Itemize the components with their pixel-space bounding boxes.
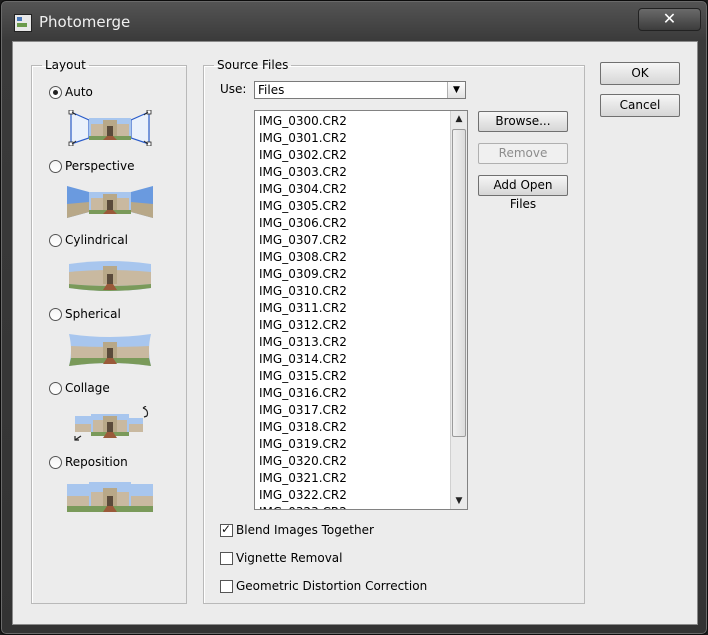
scroll-down-arrow-icon[interactable]: ▼ (451, 493, 467, 509)
vertical-scrollbar[interactable]: ▲ ▼ (450, 111, 467, 509)
reposition-layout-thumbnail (67, 482, 153, 512)
layout-option-cylindrical[interactable]: Cylindrical (49, 232, 128, 248)
layout-option-label: Spherical (65, 307, 121, 321)
auto-layout-thumbnail (68, 110, 152, 146)
remove-button[interactable]: Remove (478, 143, 568, 164)
file-list-item[interactable]: IMG_0312.CR2 (259, 317, 449, 334)
file-list-item[interactable]: IMG_0316.CR2 (259, 385, 449, 402)
file-list-item[interactable]: IMG_0314.CR2 (259, 351, 449, 368)
radio-spherical[interactable] (49, 307, 62, 321)
layout-option-auto[interactable]: Auto (49, 84, 93, 100)
ok-button[interactable]: OK (600, 62, 680, 85)
file-list-item[interactable]: IMG_0315.CR2 (259, 368, 449, 385)
use-dropdown[interactable]: Files ▼ (254, 81, 466, 99)
file-list-item[interactable]: IMG_0321.CR2 (259, 470, 449, 487)
close-button[interactable]: ✕ (638, 8, 701, 31)
vignette-removal-checkbox[interactable] (220, 551, 233, 565)
dialog-body: Layout Auto Perspective Cylindrical Sphe… (12, 41, 698, 625)
title-bar[interactable]: Photomerge ✕ (1, 1, 707, 41)
photomerge-dialog: Photomerge ✕ Layout Auto Perspective Cyl… (0, 0, 708, 635)
scroll-up-arrow-icon[interactable]: ▲ (451, 111, 467, 127)
file-items: IMG_0300.CR2 IMG_0301.CR2 IMG_0302.CR2 IMG_… (259, 113, 449, 509)
file-list-item[interactable]: IMG_0319.CR2 (259, 436, 449, 453)
file-list-item[interactable]: IMG_0310.CR2 (259, 283, 449, 300)
file-list-item[interactable]: IMG_0306.CR2 (259, 215, 449, 232)
radio-perspective[interactable] (49, 159, 62, 173)
app-icon (14, 14, 32, 32)
geometric-distortion-checkbox[interactable] (220, 579, 233, 593)
layout-option-label: Auto (65, 85, 93, 99)
file-list-item[interactable]: IMG_0300.CR2 (259, 113, 449, 130)
spherical-layout-thumbnail (69, 334, 151, 366)
radio-collage[interactable] (49, 381, 62, 395)
file-list-item[interactable]: IMG_0304.CR2 (259, 181, 449, 198)
radio-reposition[interactable] (49, 455, 62, 469)
file-list-item[interactable]: IMG_0317.CR2 (259, 402, 449, 419)
scrollbar-thumb[interactable] (452, 129, 466, 437)
layout-option-spherical[interactable]: Spherical (49, 306, 121, 322)
chevron-down-icon[interactable]: ▼ (447, 82, 465, 98)
geometric-distortion-option[interactable]: Geometric Distortion Correction (220, 578, 427, 594)
blend-images-label: Blend Images Together (236, 523, 374, 537)
file-list-item[interactable]: IMG_0313.CR2 (259, 334, 449, 351)
use-dropdown-value: Files (258, 83, 285, 97)
file-list-item[interactable]: IMG_0318.CR2 (259, 419, 449, 436)
use-label: Use: (220, 82, 247, 96)
layout-option-label: Collage (65, 381, 110, 395)
vignette-removal-label: Vignette Removal (236, 551, 343, 565)
layout-option-collage[interactable]: Collage (49, 380, 110, 396)
source-file-list[interactable]: IMG_0300.CR2 IMG_0301.CR2 IMG_0302.CR2 IMG_… (254, 110, 468, 510)
file-list-item[interactable]: IMG_0323.CR2 (259, 504, 449, 509)
file-list-item[interactable]: IMG_0303.CR2 (259, 164, 449, 181)
layout-option-label: Cylindrical (65, 233, 128, 247)
file-list-item[interactable]: IMG_0320.CR2 (259, 453, 449, 470)
layout-group: Layout Auto Perspective Cylindrical Sphe… (31, 58, 187, 604)
add-open-files-button[interactable]: Add Open Files (478, 175, 568, 211)
layout-option-perspective[interactable]: Perspective (49, 158, 135, 174)
geometric-distortion-label: Geometric Distortion Correction (236, 579, 428, 593)
file-list-item[interactable]: IMG_0322.CR2 (259, 487, 449, 504)
layout-option-label: Reposition (65, 455, 128, 469)
file-list-item[interactable]: IMG_0311.CR2 (259, 300, 449, 317)
cancel-button[interactable]: Cancel (600, 94, 680, 117)
window-title: Photomerge (39, 13, 131, 31)
collage-layout-thumbnail (74, 406, 149, 441)
radio-auto[interactable] (49, 85, 62, 99)
blend-images-option[interactable]: Blend Images Together (220, 522, 374, 538)
file-list-item[interactable]: IMG_0307.CR2 (259, 232, 449, 249)
vignette-removal-option[interactable]: Vignette Removal (220, 550, 343, 566)
layout-option-label: Perspective (65, 159, 135, 173)
cylindrical-layout-thumbnail (69, 261, 151, 291)
file-list-item[interactable]: IMG_0302.CR2 (259, 147, 449, 164)
radio-cylindrical[interactable] (49, 233, 62, 247)
file-list-item[interactable]: IMG_0301.CR2 (259, 130, 449, 147)
perspective-layout-thumbnail (67, 186, 153, 218)
blend-images-checkbox[interactable] (220, 522, 233, 537)
file-list-item[interactable]: IMG_0305.CR2 (259, 198, 449, 215)
file-list-item[interactable]: IMG_0309.CR2 (259, 266, 449, 283)
file-list-item[interactable]: IMG_0308.CR2 (259, 249, 449, 266)
browse-button[interactable]: Browse... (478, 111, 568, 132)
source-files-legend: Source Files (217, 58, 289, 72)
layout-option-reposition[interactable]: Reposition (49, 454, 128, 470)
layout-legend: Layout (45, 58, 86, 72)
